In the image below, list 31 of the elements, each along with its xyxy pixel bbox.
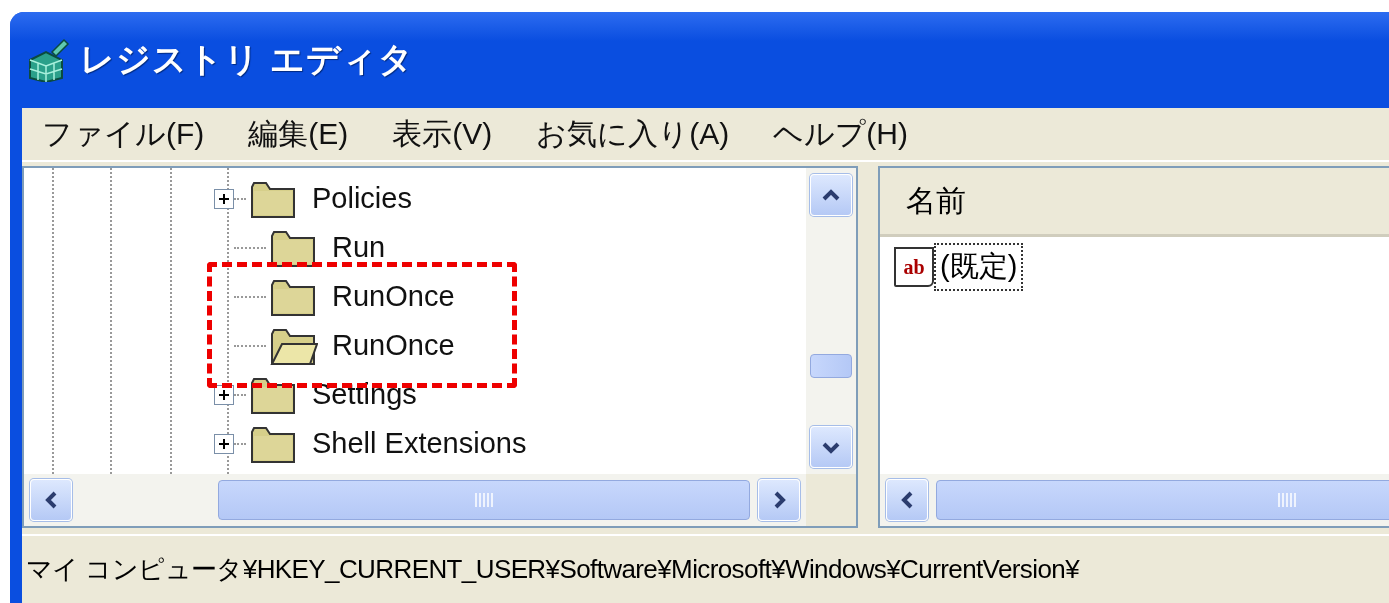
registry-cubes-icon bbox=[26, 38, 70, 82]
column-header[interactable]: 名前 bbox=[880, 168, 1389, 237]
scrollbar-corner bbox=[806, 474, 856, 526]
tree-item[interactable]: Policies bbox=[312, 182, 412, 215]
tree-item[interactable]: Shell Extensions bbox=[312, 427, 527, 460]
menu-item[interactable]: お気に入り(A) bbox=[536, 113, 730, 155]
tree-item[interactable]: RunOnce bbox=[332, 280, 455, 313]
tree-item[interactable]: Run bbox=[332, 231, 386, 264]
expand-icon[interactable] bbox=[214, 188, 234, 209]
grip-icon bbox=[475, 493, 493, 507]
scroll-left-button[interactable] bbox=[886, 479, 928, 521]
vertical-scrollbar[interactable] bbox=[806, 168, 856, 474]
scroll-thumb[interactable] bbox=[218, 480, 750, 520]
expand-icon[interactable] bbox=[214, 433, 234, 454]
scroll-thumb[interactable] bbox=[810, 354, 852, 378]
menu-item[interactable]: 編集(E) bbox=[248, 113, 349, 155]
tree-item[interactable]: Settings bbox=[312, 378, 417, 411]
menu-item[interactable]: ヘルプ(H) bbox=[773, 113, 908, 155]
horizontal-scrollbar[interactable] bbox=[24, 474, 806, 526]
menu-item[interactable]: ファイル(F) bbox=[42, 113, 205, 155]
tree-item[interactable]: RunOnce bbox=[332, 329, 455, 362]
value-name[interactable]: (既定) bbox=[934, 243, 1024, 291]
string-value-icon: ab bbox=[894, 247, 934, 287]
scroll-down-button[interactable] bbox=[810, 426, 852, 468]
grip-icon bbox=[1278, 493, 1296, 507]
menu-item[interactable]: 表示(V) bbox=[392, 113, 493, 155]
window-title: レジストリ エディタ bbox=[80, 39, 415, 80]
scroll-right-button[interactable] bbox=[758, 479, 800, 521]
status-bar: マイ コンピュータ¥HKEY_CURRENT_USER¥Software¥Microsoft¥Windows¥CurrentVersion¥ bbox=[22, 534, 1389, 603]
scroll-left-button[interactable] bbox=[30, 479, 72, 521]
scroll-up-button[interactable] bbox=[810, 174, 852, 216]
